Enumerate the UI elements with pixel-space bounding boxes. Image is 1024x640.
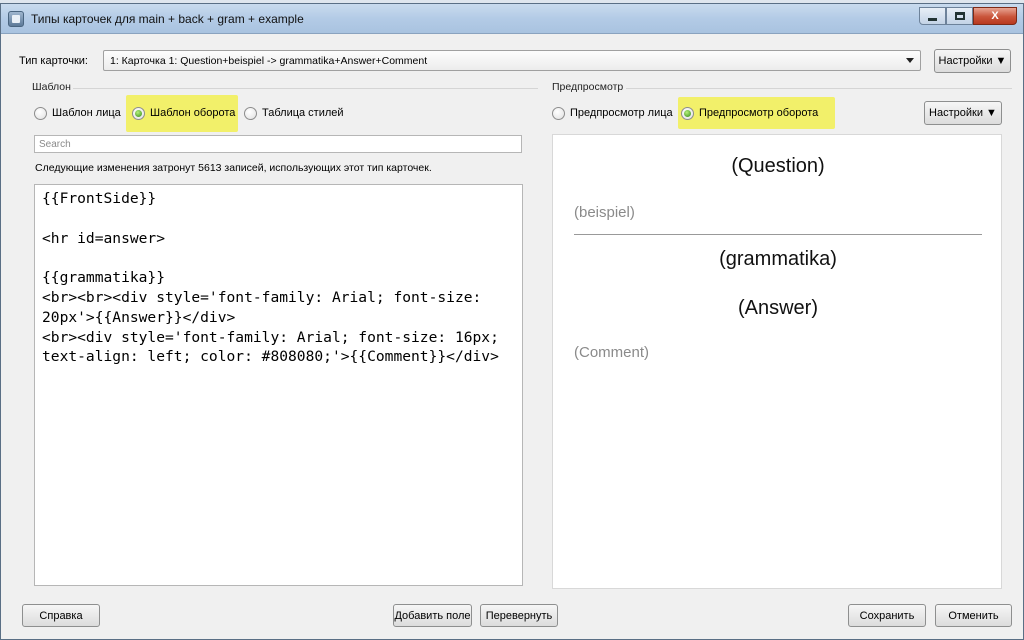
card-type-selected-value: 1: Карточка 1: Question+beispiel -> gram… [110,55,428,67]
radio-button[interactable] [244,106,257,120]
add-field-button[interactable]: Добавить поле [393,604,472,627]
card-preview: (Question) (beispiel) (grammatika) (Answ… [552,134,1002,589]
help-button[interactable]: Справка [22,604,100,627]
card-type-label: Тип карточки: [19,55,88,67]
preview-comment: (Comment) [574,344,650,361]
flip-button[interactable]: Перевернуть [480,604,558,627]
preview-group-divider [626,88,1012,89]
preview-answer: (Answer) [737,297,818,319]
minimize-icon [928,17,937,21]
radio-button[interactable] [552,106,565,120]
save-button[interactable]: Сохранить [848,604,926,627]
preview-question: (Question) [731,155,825,177]
radio-back-preview[interactable]: Предпросмотр оборота [681,105,818,121]
card-types-window: Типы карточек для main + back + gram + e… [0,3,1024,640]
radio-button[interactable] [681,106,694,120]
radio-back-template-label: Шаблон оборота [150,107,236,119]
app-icon [8,11,24,27]
search-input[interactable] [34,135,522,153]
radio-button[interactable] [34,106,47,120]
preview-answer-divider [574,234,982,235]
card-type-select[interactable]: 1: Карточка 1: Question+beispiel -> gram… [103,50,921,71]
template-code-editor[interactable]: {{FrontSide}} <hr id=answer> {{grammatik… [34,184,523,586]
close-button[interactable]: X [973,7,1017,25]
template-group-title: Шаблон [32,81,71,93]
radio-front-preview[interactable]: Предпросмотр лица [552,105,673,121]
card-type-settings-button[interactable]: Настройки ▼ [934,49,1011,73]
preview-grammatika: (grammatika) [719,248,837,270]
window-controls: X [919,7,1017,27]
radio-button[interactable] [132,106,145,120]
cancel-button[interactable]: Отменить [935,604,1012,627]
radio-back-template[interactable]: Шаблон оборота [132,105,235,121]
radio-stylesheet-label: Таблица стилей [262,107,344,119]
maximize-icon [954,12,965,20]
radio-front-preview-label: Предпросмотр лица [570,107,673,119]
minimize-button[interactable] [919,7,946,25]
radio-stylesheet[interactable]: Таблица стилей [244,105,344,121]
chevron-down-icon [906,58,914,63]
preview-group-title: Предпросмотр [552,81,624,93]
title-bar[interactable]: Типы карточек для main + back + gram + e… [1,4,1023,34]
radio-back-preview-label: Предпросмотр оборота [699,107,819,119]
preview-beispiel: (beispiel) [574,204,635,221]
affected-notes-message: Следующие изменения затронут 5613 записе… [35,162,432,174]
close-icon: X [991,10,999,22]
window-title: Типы карточек для main + back + gram + e… [31,12,304,26]
maximize-button[interactable] [946,7,973,25]
radio-front-template[interactable]: Шаблон лица [34,105,121,121]
radio-front-template-label: Шаблон лица [52,107,121,119]
preview-settings-button[interactable]: Настройки ▼ [924,101,1002,125]
template-group-divider [73,88,538,89]
